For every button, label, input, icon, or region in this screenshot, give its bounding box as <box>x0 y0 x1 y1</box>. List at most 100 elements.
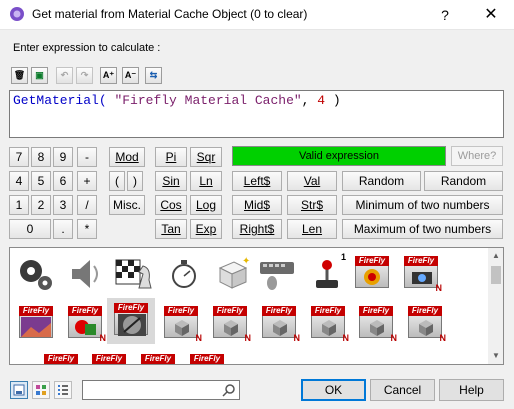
firefly-row3-item-1[interactable]: FireFly <box>44 354 78 364</box>
prompt-label: Enter expression to calculate : <box>13 42 161 54</box>
chess-icon[interactable] <box>113 254 153 294</box>
key-multiply[interactable]: * <box>77 219 97 239</box>
gears-icon[interactable] <box>16 254 56 294</box>
expression-editor[interactable]: GetMaterial( "Firefly Material Cache", 4… <box>9 90 504 138</box>
help-title-button[interactable]: ? <box>422 0 468 30</box>
font-increase-icon[interactable]: A⁺ <box>100 67 117 84</box>
lparen-button[interactable]: ( <box>109 171 125 191</box>
firefly-landscape-item[interactable]: FireFly <box>19 306 53 338</box>
firefly-shapes-item[interactable]: FireFly N <box>68 306 106 343</box>
sin-label: Sin <box>162 174 180 188</box>
title-bar: Get material from Material Cache Object … <box>0 0 514 30</box>
ln-label: Ln <box>199 174 213 188</box>
help-button[interactable]: Help <box>439 379 504 401</box>
firefly-row3-item-2[interactable]: FireFly <box>92 354 126 364</box>
min-button[interactable]: Minimum of two numbers <box>342 195 503 215</box>
misc-button[interactable]: Misc. <box>109 195 145 215</box>
firefly-cube-item-1[interactable]: FireFly N <box>164 306 202 343</box>
firefly-cube-item-5[interactable]: FireFly N <box>359 306 397 343</box>
redo-icon[interactable]: ↷ <box>76 67 93 84</box>
n-badge: N <box>195 333 203 343</box>
rparen-button[interactable]: ) <box>127 171 143 191</box>
ok-button[interactable]: OK <box>301 379 366 401</box>
right-button[interactable]: Right$ <box>232 219 282 239</box>
stopwatch-icon[interactable] <box>164 254 204 294</box>
font-decrease-icon[interactable]: A⁻ <box>122 67 139 84</box>
exp-button[interactable]: Exp <box>190 219 222 239</box>
random-range-button[interactable]: Random range <box>424 171 503 206</box>
val-button[interactable]: Val <box>287 171 337 191</box>
firefly-sphere-item[interactable]: FireFly <box>114 303 148 336</box>
firefly-label: FireFly <box>311 306 345 316</box>
str-button[interactable]: Str$ <box>287 195 337 215</box>
key-7[interactable]: 7 <box>9 147 29 167</box>
key-plus[interactable]: + <box>77 171 97 191</box>
gallery-scrollbar[interactable]: ▲ ▼ <box>488 248 503 364</box>
sin-button[interactable]: Sin <box>155 171 187 191</box>
tan-button[interactable]: Tan <box>155 219 187 239</box>
firefly-row3-item-4[interactable]: FireFly <box>190 354 224 364</box>
key-4[interactable]: 4 <box>9 171 29 191</box>
key-9[interactable]: 9 <box>53 147 73 167</box>
left-button[interactable]: Left$ <box>232 171 282 191</box>
mid-button[interactable]: Mid$ <box>232 195 282 215</box>
cube-icon <box>224 320 238 336</box>
view-large-icons-button[interactable] <box>10 381 28 399</box>
key-5[interactable]: 5 <box>31 171 51 191</box>
firefly-label: FireFly <box>359 306 393 316</box>
val-label: Val <box>303 174 321 188</box>
pi-button[interactable]: Pi <box>155 147 187 167</box>
key-dot[interactable]: . <box>53 219 73 239</box>
ln-button[interactable]: Ln <box>190 171 222 191</box>
firefly-cube-item-3[interactable]: FireFly N <box>262 306 300 343</box>
search-icon[interactable] <box>222 383 236 397</box>
firefly-label: FireFly <box>19 306 53 316</box>
scroll-down-icon[interactable]: ▼ <box>488 348 503 364</box>
mod-button[interactable]: Mod <box>109 147 145 167</box>
cancel-button[interactable]: Cancel <box>370 379 435 401</box>
len-button[interactable]: Len <box>287 219 337 239</box>
expr-separator: , <box>301 93 310 108</box>
view-small-icons-button[interactable] <box>32 381 50 399</box>
left-label: Left$ <box>243 174 271 188</box>
cube-icon <box>370 320 384 336</box>
camera-icon <box>412 272 432 284</box>
undo-icon[interactable]: ↶ <box>56 67 73 84</box>
key-0[interactable]: 0 <box>9 219 51 239</box>
firefly-cube-item-2[interactable]: FireFly N <box>213 306 251 343</box>
key-1[interactable]: 1 <box>9 195 29 215</box>
scroll-up-icon[interactable]: ▲ <box>488 248 503 264</box>
insert-icon[interactable]: ▣ <box>31 67 48 84</box>
status-indicator: Valid expression <box>232 146 446 166</box>
key-3[interactable]: 3 <box>53 195 73 215</box>
firefly-label: FireFly <box>92 354 126 364</box>
close-button[interactable]: ✕ <box>468 0 514 30</box>
max-button[interactable]: Maximum of two numbers <box>342 219 503 239</box>
firefly-cube-item-6[interactable]: FireFly N <box>408 306 446 343</box>
wrap-icon[interactable]: ⇆ <box>145 67 162 84</box>
where-button[interactable]: Where? <box>451 146 503 166</box>
key-8[interactable]: 8 <box>31 147 51 167</box>
svg-text:✦: ✦ <box>242 256 250 267</box>
keyboard-mouse-icon[interactable] <box>258 254 298 294</box>
key-6[interactable]: 6 <box>53 171 73 191</box>
speaker-icon[interactable] <box>66 254 106 294</box>
firefly-row3-item-3[interactable]: FireFly <box>141 354 175 364</box>
firefly-camera-item[interactable]: FireFly N <box>404 256 442 293</box>
cos-button[interactable]: Cos <box>155 195 187 215</box>
object-gallery[interactable]: ✦ 1 FireFly FireFly N FireFly FireFly N … <box>9 247 504 365</box>
view-list-button[interactable] <box>54 381 72 399</box>
firefly-burst-item[interactable]: FireFly <box>355 256 389 288</box>
scroll-thumb[interactable] <box>491 266 501 284</box>
key-2[interactable]: 2 <box>31 195 51 215</box>
cube-icon <box>419 320 433 336</box>
search-input[interactable] <box>82 380 240 400</box>
firefly-cube-item-4[interactable]: FireFly N <box>311 306 349 343</box>
delete-icon[interactable]: 🗑 <box>11 67 28 84</box>
key-minus[interactable]: - <box>77 147 97 167</box>
random-button[interactable]: Random <box>342 171 421 191</box>
key-divide[interactable]: / <box>77 195 97 215</box>
cube-icon[interactable]: ✦ <box>212 254 252 294</box>
log-button[interactable]: Log <box>190 195 222 215</box>
sqr-button[interactable]: Sqr <box>190 147 222 167</box>
